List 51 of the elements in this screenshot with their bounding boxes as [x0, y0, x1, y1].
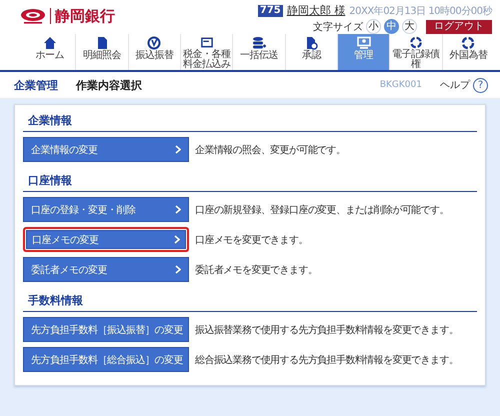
- menu-button[interactable]: 先方負担手数料［振込振替］の変更: [23, 317, 189, 342]
- nav-tab-label: 明細照会: [82, 51, 121, 61]
- chevron-right-icon: [174, 235, 180, 244]
- menu-description: 振込振替業務で使用する先方負担手数料情報を変更できます。: [195, 324, 458, 336]
- chevron-right-icon: [175, 265, 181, 274]
- chevron-right-icon: [175, 145, 181, 154]
- login-datetime: 20XX年02月13日 10時00分00秒: [349, 4, 492, 18]
- menu-description: 総合振込業務で使用する先方負担手数料情報を変更できます。: [195, 354, 458, 366]
- nav-tab-label: 管理: [354, 51, 374, 61]
- chevron-right-icon: [175, 205, 181, 214]
- logout-button[interactable]: ログアウト: [426, 20, 492, 34]
- nav-tab-label: 電子記録債権: [391, 50, 441, 70]
- bank-logo-icon: [20, 8, 46, 24]
- font-size-button[interactable]: 大: [402, 19, 417, 34]
- nav-tab[interactable]: 一括伝送: [233, 34, 286, 70]
- menu-description: 口座の新規登録、登録口座の変更、または削除が可能です。: [195, 204, 449, 216]
- help-icon: ?: [473, 78, 488, 92]
- monitor-icon: [356, 36, 371, 50]
- menu-button[interactable]: 先方負担手数料［総合振込］の変更: [23, 347, 189, 372]
- section-heading: 口座情報: [23, 167, 477, 192]
- page-title: 作業内容選択: [76, 78, 142, 92]
- nav-tab-label: ホーム: [35, 51, 64, 61]
- nav-tab[interactable]: 明細照会: [76, 34, 129, 70]
- menu-button[interactable]: 口座メモの変更: [23, 227, 189, 252]
- nav-tab-label: 一括伝送: [240, 51, 278, 61]
- menu-description: 委託者メモを変更できます。: [195, 264, 318, 276]
- bank-name: 静岡銀行: [50, 8, 115, 24]
- menu-button[interactable]: 委託者メモの変更: [23, 257, 189, 282]
- section-heading: 手数料情報: [23, 287, 477, 312]
- nav-tab[interactable]: 電子記録債権: [390, 34, 443, 70]
- help-link[interactable]: ヘルプ ?: [440, 78, 488, 92]
- font-size-label: 文字サイズ: [313, 20, 363, 34]
- help-label: ヘルプ: [440, 78, 470, 92]
- nav-tab[interactable]: ホーム: [24, 34, 76, 70]
- nav-tab[interactable]: 税金・各種料金払込み: [180, 34, 234, 70]
- nav-tab-label: 税金・各種料金払込み: [182, 50, 232, 70]
- screen-id: BKGK001: [380, 80, 422, 90]
- font-size-button[interactable]: 小: [366, 19, 381, 34]
- nav-tab-label: 振込振替: [135, 51, 174, 61]
- user-name: 静岡太郎 様: [286, 3, 346, 18]
- nav-tab[interactable]: 外国為替: [442, 34, 494, 70]
- menu-button[interactable]: 企業情報の変更: [23, 137, 189, 162]
- menu-description: 口座メモを変更できます。: [195, 234, 308, 246]
- menu-description: 企業情報の照会、変更が可能です。: [195, 144, 346, 156]
- menu-button[interactable]: 口座の登録・変更・削除: [23, 197, 189, 222]
- nav-tab-label: 承認: [302, 51, 321, 61]
- breadcrumb-link[interactable]: 企業管理: [14, 78, 58, 92]
- section-heading: 企業情報: [23, 107, 477, 132]
- nav-tab-label: 外国為替: [449, 51, 488, 61]
- nav-tab[interactable]: 振込振替: [128, 34, 181, 70]
- user-badge: 775: [258, 4, 283, 16]
